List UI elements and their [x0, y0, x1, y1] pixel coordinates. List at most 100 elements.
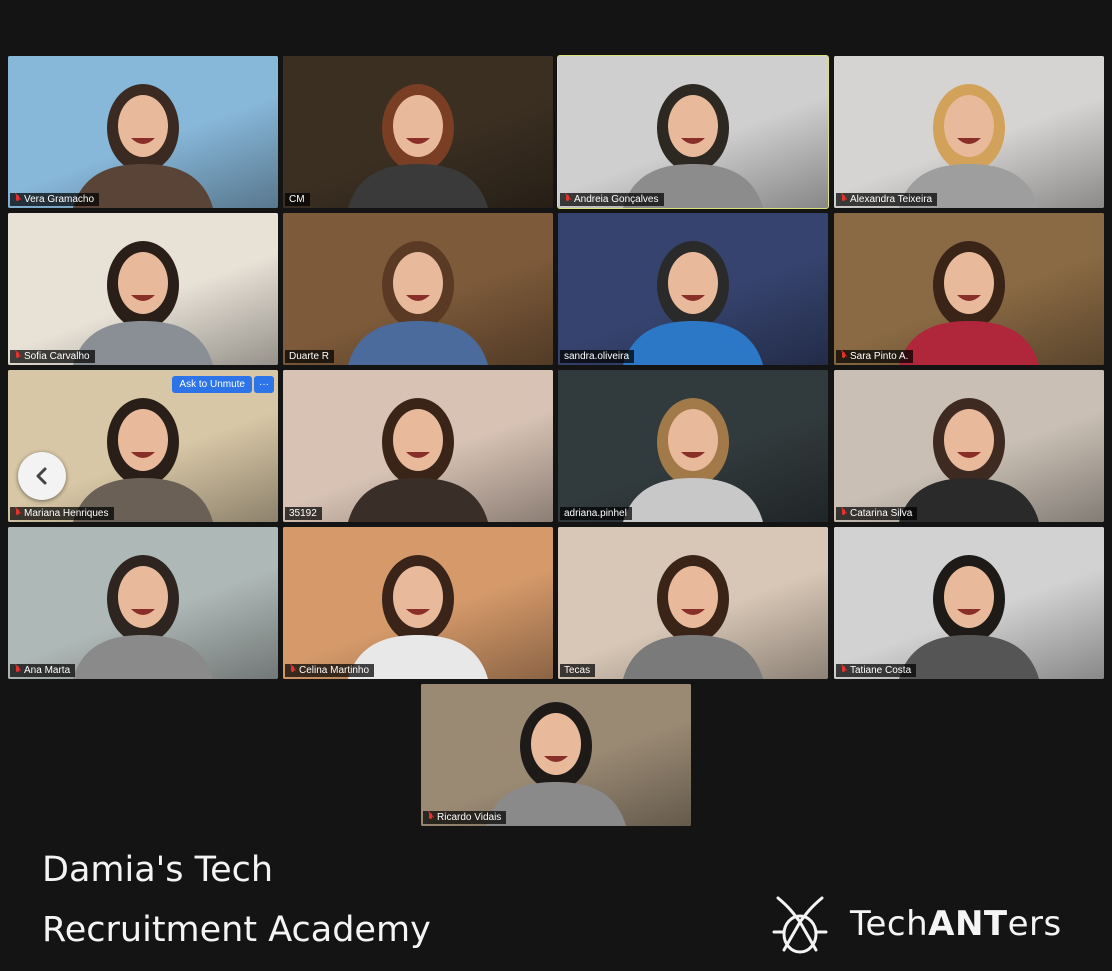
video-tile[interactable]: Celina Martinho: [283, 527, 553, 679]
previous-page-button[interactable]: [18, 452, 66, 500]
academy-title: Damia's Tech Recruitment Academy: [42, 840, 431, 960]
participant-name-label: Alexandra Teixeira: [836, 193, 938, 206]
participant-video-icon: [73, 241, 213, 365]
participant-name: adriana.pinhel: [564, 508, 627, 519]
participant-name: Tatiane Costa: [850, 665, 912, 676]
video-tile[interactable]: Andreia Gonçalves: [557, 55, 829, 209]
muted-mic-icon: [840, 352, 847, 361]
face-shape: [393, 252, 443, 314]
participant-video-icon: [623, 398, 763, 522]
participant-name: Andreia Gonçalves: [574, 194, 659, 205]
title-line-1: Damia's Tech: [42, 850, 274, 890]
torso-shape: [899, 635, 1039, 679]
face-shape: [393, 566, 443, 628]
participant-name-label: Ricardo Vidais: [423, 811, 507, 824]
video-tile[interactable]: Alexandra Teixeira: [834, 56, 1104, 208]
brand-prefix: Tech: [850, 904, 929, 944]
participant-name: Vera Gramacho: [24, 194, 95, 205]
muted-mic-icon: [14, 666, 21, 675]
participant-name: sandra.oliveira: [564, 351, 630, 362]
video-tile[interactable]: Ana Marta: [8, 527, 278, 679]
ask-to-unmute-button[interactable]: Ask to Unmute: [172, 376, 252, 393]
participant-name: 35192: [289, 508, 317, 519]
video-tile[interactable]: adriana.pinhel: [558, 370, 828, 522]
participant-video-icon: [73, 555, 213, 679]
video-grid: Vera Gramacho CM Andreia Gonçalves Alexandr…: [0, 0, 1112, 830]
face-shape: [944, 409, 994, 471]
muted-mic-icon: [14, 509, 21, 518]
torso-shape: [73, 635, 213, 679]
participant-name-label: Tatiane Costa: [836, 664, 917, 677]
participant-name-label: Celina Martinho: [285, 664, 375, 677]
face-shape: [118, 566, 168, 628]
torso-shape: [623, 478, 763, 522]
participant-name: Mariana Henriques: [24, 508, 109, 519]
torso-shape: [348, 478, 488, 522]
face-shape: [944, 95, 994, 157]
video-tile[interactable]: Mariana Henriques Ask to Unmute ···: [8, 370, 278, 522]
participant-name-label: Vera Gramacho: [10, 193, 100, 206]
participant-video-icon: [899, 84, 1039, 208]
participant-name-label: Sara Pinto A.: [836, 350, 914, 363]
torso-shape: [899, 478, 1039, 522]
muted-mic-icon: [427, 813, 434, 822]
face-shape: [944, 252, 994, 314]
participant-name-label: 35192: [285, 507, 322, 520]
face-shape: [118, 95, 168, 157]
participant-video-icon: [899, 555, 1039, 679]
muted-mic-icon: [564, 195, 571, 204]
ant-logo-icon: [772, 896, 828, 954]
participant-name: Sara Pinto A.: [850, 351, 909, 362]
participant-name: Ricardo Vidais: [437, 812, 502, 823]
participant-name: Tecas: [564, 665, 591, 676]
torso-shape: [623, 321, 763, 365]
muted-mic-icon: [289, 666, 296, 675]
participant-video-icon: [899, 241, 1039, 365]
participant-name-label: adriana.pinhel: [560, 507, 632, 520]
video-tile[interactable]: Tatiane Costa: [834, 527, 1104, 679]
torso-shape: [899, 321, 1039, 365]
participant-video-icon: [486, 702, 626, 826]
participant-name-label: Mariana Henriques: [10, 507, 114, 520]
participant-name: Alexandra Teixeira: [850, 194, 933, 205]
face-shape: [668, 252, 718, 314]
participant-name-label: sandra.oliveira: [560, 350, 635, 363]
face-shape: [668, 566, 718, 628]
participant-video-icon: [623, 241, 763, 365]
participant-video-icon: [623, 555, 763, 679]
participant-name-label: Duarte R: [285, 350, 335, 363]
participant-name-label: Sofia Carvalho: [10, 350, 95, 363]
video-tile[interactable]: Tecas: [558, 527, 828, 679]
video-tile[interactable]: Vera Gramacho: [8, 56, 278, 208]
brand-name: TechANTers: [850, 904, 1062, 944]
video-tile[interactable]: Sara Pinto A.: [834, 213, 1104, 365]
video-tile[interactable]: CM: [283, 56, 553, 208]
participant-name: Duarte R: [289, 351, 330, 362]
participant-video-icon: [899, 398, 1039, 522]
video-tile[interactable]: 35192: [283, 370, 553, 522]
participant-video-icon: [348, 398, 488, 522]
torso-shape: [623, 635, 763, 679]
muted-mic-icon: [14, 352, 21, 361]
face-shape: [118, 252, 168, 314]
more-options-button[interactable]: ···: [254, 376, 274, 393]
title-line-2: Recruitment Academy: [42, 910, 431, 950]
muted-mic-icon: [14, 195, 21, 204]
face-shape: [531, 713, 581, 775]
participant-name-label: Ana Marta: [10, 664, 76, 677]
torso-shape: [486, 782, 626, 826]
video-tile[interactable]: Sofia Carvalho: [8, 213, 278, 365]
participant-name: Catarina Silva: [850, 508, 913, 519]
face-shape: [118, 409, 168, 471]
participant-name-label: Tecas: [560, 664, 596, 677]
participant-video-icon: [623, 84, 763, 208]
video-tile[interactable]: Catarina Silva: [834, 370, 1104, 522]
participant-video-icon: [348, 555, 488, 679]
participant-name: CM: [289, 194, 305, 205]
face-shape: [393, 95, 443, 157]
video-tile[interactable]: Ricardo Vidais: [421, 684, 691, 826]
muted-mic-icon: [840, 509, 847, 518]
video-tile[interactable]: sandra.oliveira: [558, 213, 828, 365]
brand-bold: ANT: [928, 904, 1008, 944]
video-tile[interactable]: Duarte R: [283, 213, 553, 365]
